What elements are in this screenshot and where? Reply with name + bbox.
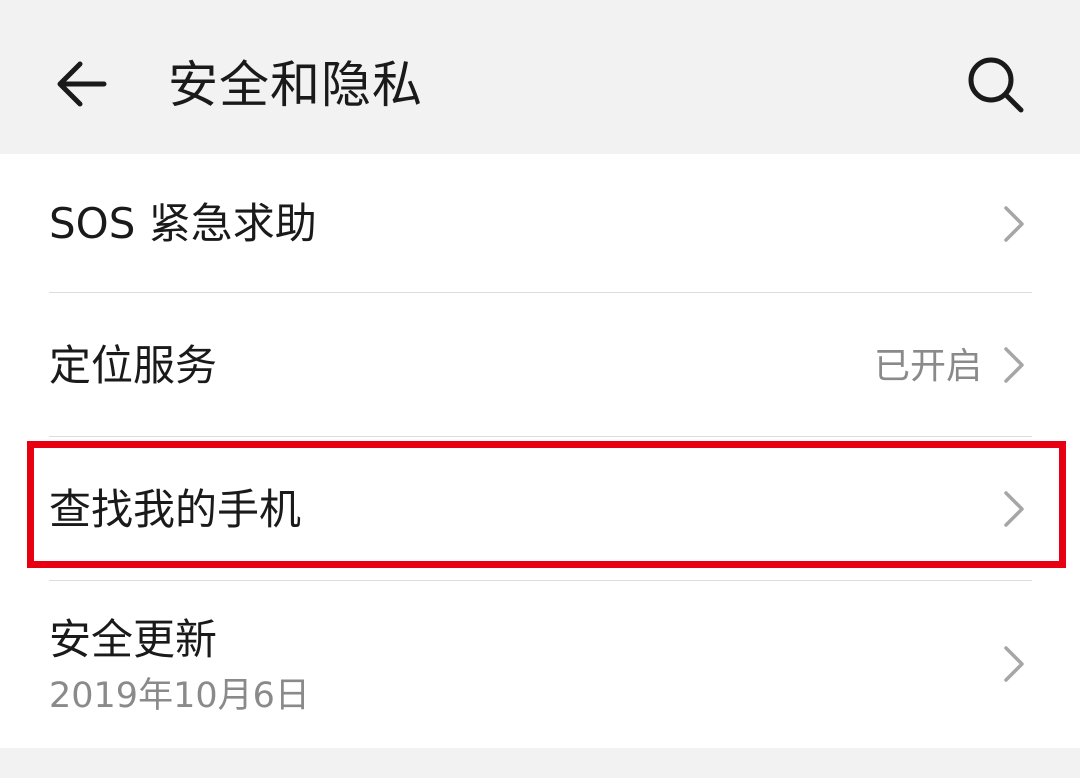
- list-item-sos[interactable]: SOS 紧急求助: [0, 154, 1080, 292]
- page-title: 安全和隐私: [168, 56, 423, 114]
- list-item-subtitle: 2019年10月6日: [49, 676, 310, 716]
- chevron-right-icon: [1004, 646, 1024, 682]
- list-item-title: SOS 紧急求助: [49, 199, 317, 248]
- back-button[interactable]: [42, 44, 122, 124]
- list-item-title: 定位服务: [49, 341, 218, 390]
- status-value: 已开启: [873, 346, 982, 387]
- chevron-right-icon: [1004, 206, 1024, 242]
- list-item-location-service[interactable]: 定位服务 已开启: [0, 293, 1080, 436]
- list-item-security-update[interactable]: 安全更新 2019年10月6日: [0, 581, 1080, 748]
- list-item-title: 安全更新: [49, 615, 218, 664]
- chevron-right-icon: [1004, 347, 1024, 383]
- chevron-right-icon: [1004, 491, 1024, 527]
- search-icon: [968, 57, 1024, 113]
- settings-list: SOS 紧急求助 定位服务 已开启 查找我的手机 安全更新 2019年10月6日: [0, 154, 1080, 748]
- arrow-left-icon: [57, 61, 107, 107]
- search-button[interactable]: [955, 44, 1037, 126]
- list-item-find-my-phone[interactable]: 查找我的手机: [0, 437, 1080, 580]
- app-bar: 安全和隐私: [0, 0, 1080, 154]
- list-item-title: 查找我的手机: [49, 485, 302, 534]
